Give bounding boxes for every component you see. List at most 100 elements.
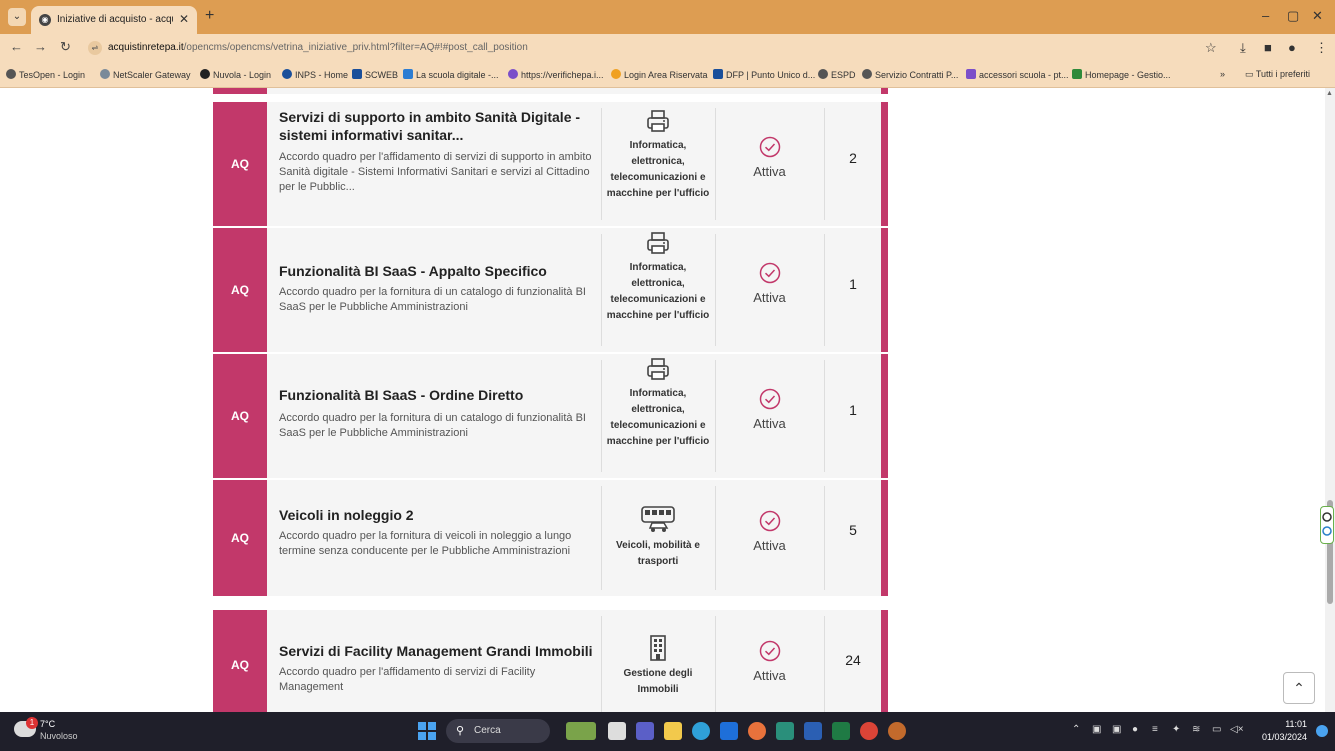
store-icon[interactable] xyxy=(776,722,794,740)
aq-badge xyxy=(213,88,267,94)
network-icon[interactable]: ≋ xyxy=(1192,724,1200,735)
taskbar-search[interactable]: ⚲ Cerca xyxy=(446,719,550,743)
outlook-icon[interactable] xyxy=(720,722,738,740)
tab-title: Iniziative di acquisto - acquistinretepa xyxy=(57,14,173,25)
notification-bell-icon[interactable] xyxy=(1316,725,1328,737)
site-info-icon[interactable]: ⇌ xyxy=(88,41,102,55)
bookmark-item[interactable]: NetScaler Gateway xyxy=(100,69,191,80)
more-bookmarks-icon[interactable]: » xyxy=(1220,69,1225,79)
download-icon[interactable]: ⤓ xyxy=(1240,40,1246,56)
bookmark-item[interactable]: Homepage - Gestio... xyxy=(1072,69,1171,80)
forward-icon[interactable]: → xyxy=(34,39,47,54)
file-explorer-icon[interactable] xyxy=(664,722,682,740)
list-item[interactable]: AQ Funzionalità BI SaaS - Ordine Diretto… xyxy=(213,354,888,478)
bookmark-item[interactable]: SCWEB xyxy=(352,69,398,80)
all-bookmarks-button[interactable]: ▭ Tutti i preferiti xyxy=(1245,69,1310,80)
status-label: Attiva xyxy=(753,164,786,179)
close-tab-icon[interactable]: ✕ xyxy=(179,12,189,26)
start-button[interactable] xyxy=(418,722,436,740)
teams-icon[interactable] xyxy=(636,722,654,740)
list-item[interactable]: AQ Servizi di supporto in ambito Sanità … xyxy=(213,102,888,226)
category-cell: Informatica, elettronica, telecomunicazi… xyxy=(602,230,714,324)
column-divider xyxy=(824,486,825,590)
bookmark-item[interactable]: Login Area Riservata xyxy=(611,69,708,80)
firefox-icon[interactable] xyxy=(748,722,766,740)
task-view-icon[interactable] xyxy=(608,722,626,740)
chrome-profile-icon[interactable] xyxy=(888,722,906,740)
search-label: Cerca xyxy=(474,725,501,736)
chart-icon xyxy=(1072,69,1082,79)
bookmark-item[interactable]: TesOpen - Login xyxy=(6,69,85,80)
globe-icon: ◉ xyxy=(39,14,51,26)
bookmark-item[interactable]: Servizio Contratti P... xyxy=(862,69,958,80)
printer-icon xyxy=(647,110,669,132)
chrome-icon[interactable] xyxy=(860,722,878,740)
menu-icon[interactable]: ⋮ xyxy=(1315,40,1328,56)
clock[interactable]: 11:01 01/03/2024 xyxy=(1262,718,1307,744)
back-to-top-button[interactable]: ⌃ xyxy=(1283,672,1315,704)
sidepanel-icon[interactable]: ■ xyxy=(1264,40,1272,55)
display-icon[interactable]: ▭ xyxy=(1212,724,1221,735)
word-icon[interactable] xyxy=(804,722,822,740)
initiative-title[interactable]: Funzionalità BI SaaS - Appalto Specifico xyxy=(279,262,599,280)
search-icon: ⚲ xyxy=(456,725,465,737)
weather-temp: 7°C xyxy=(40,719,56,729)
tray-expand-icon[interactable]: ⌃ xyxy=(1072,724,1080,735)
url-text: acquistinretepa.it/opencms/opencms/vetri… xyxy=(108,42,528,53)
list-item[interactable]: AQ Servizi di Facility Management Grandi… xyxy=(213,610,888,712)
initiative-description: Accordo quadro per la fornitura di un ca… xyxy=(279,412,586,439)
initiative-title[interactable]: Servizi di supporto in ambito Sanità Dig… xyxy=(279,108,599,144)
bookmark-item[interactable]: DFP | Punto Unico d... xyxy=(713,69,815,80)
school-icon xyxy=(403,69,413,79)
login-icon xyxy=(611,69,621,79)
bookmark-item[interactable]: ESPD xyxy=(818,69,856,80)
tray-app-icon[interactable]: ● xyxy=(1132,724,1138,735)
browser-toolbar: ← → ↻ ⇌ acquistinretepa.it/opencms/openc… xyxy=(0,34,1335,62)
bookmark-item[interactable]: La scuola digitale -... xyxy=(403,69,499,80)
dfp-icon xyxy=(713,69,723,79)
bookmark-star-icon[interactable]: ☆ xyxy=(1205,40,1217,56)
initiative-title[interactable]: Veicoli in noleggio 2 xyxy=(279,506,599,524)
bookmark-item[interactable]: accessori scuola - pt... xyxy=(966,69,1069,80)
page-scrollbar[interactable]: ▲ xyxy=(1325,88,1335,712)
initiative-title[interactable]: Funzionalità BI SaaS - Ordine Diretto xyxy=(279,386,599,404)
scroll-up-icon[interactable]: ▲ xyxy=(1326,90,1333,97)
close-window-icon[interactable]: ✕ xyxy=(1312,8,1323,24)
bookmark-item[interactable]: INPS - Home xyxy=(282,69,348,80)
status-cell: Attiva xyxy=(716,262,823,305)
list-item[interactable]: AQ Veicoli in noleggio 2 Accordo quadro … xyxy=(213,480,888,596)
initiative-title[interactable]: Servizi di Facility Management Grandi Im… xyxy=(279,642,599,660)
browser-tab-active[interactable]: ◉ Iniziative di acquisto - acquistinrete… xyxy=(31,6,197,34)
excel-icon[interactable] xyxy=(832,722,850,740)
volume-icon[interactable]: ◁× xyxy=(1230,724,1244,735)
side-widget[interactable] xyxy=(1320,506,1334,544)
count-value: 2 xyxy=(849,150,857,166)
bookmark-item[interactable]: Nuvola - Login xyxy=(200,69,271,80)
globe-icon xyxy=(818,69,828,79)
minimize-icon[interactable]: – xyxy=(1262,8,1269,23)
bookmark-item[interactable]: https://verifichepa.i... xyxy=(508,69,604,80)
new-tab-button[interactable]: + xyxy=(205,7,214,25)
profile-icon[interactable]: ● xyxy=(1288,40,1296,55)
tray-app-icon[interactable]: ✦ xyxy=(1172,724,1180,735)
widget-icon xyxy=(1322,512,1332,536)
weather-desc: Nuvoloso xyxy=(40,731,78,741)
inps-icon xyxy=(282,69,292,79)
aq-badge: AQ xyxy=(213,354,267,478)
list-item[interactable]: AQ Funzionalità BI SaaS - Appalto Specif… xyxy=(213,228,888,352)
aq-badge: AQ xyxy=(213,610,267,712)
app-widget-icon[interactable] xyxy=(566,722,596,740)
reload-icon[interactable]: ↻ xyxy=(60,39,71,55)
status-cell: Attiva xyxy=(716,640,823,683)
tray-app-icon[interactable]: ≡ xyxy=(1152,724,1158,735)
category-cell: Gestione degli Immobili xyxy=(602,634,714,698)
address-bar[interactable]: ⇌ acquistinretepa.it/opencms/opencms/vet… xyxy=(84,37,1212,59)
tab-search-button[interactable]: ⌄ xyxy=(8,8,26,26)
tray-app-icon[interactable]: ▣ xyxy=(1112,724,1121,735)
restore-icon[interactable]: ▢ xyxy=(1287,8,1299,24)
back-icon[interactable]: ← xyxy=(10,39,23,54)
browser-tabbar: ⌄ ◉ Iniziative di acquisto - acquistinre… xyxy=(0,0,1335,34)
list-item-previous[interactable] xyxy=(213,88,888,94)
tray-app-icon[interactable]: ▣ xyxy=(1092,724,1101,735)
edge-icon[interactable] xyxy=(692,722,710,740)
